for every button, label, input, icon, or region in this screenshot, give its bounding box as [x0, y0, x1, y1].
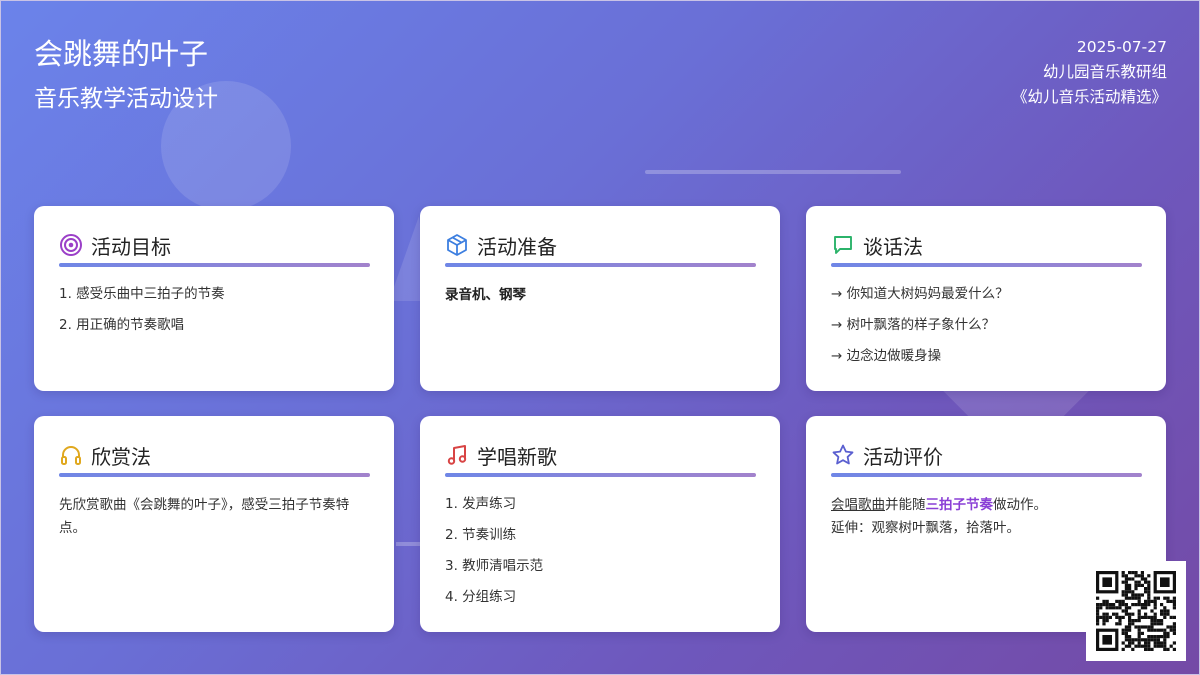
- prep-materials: 录音机、钢琴: [445, 287, 526, 303]
- decorative-bar: [396, 542, 420, 546]
- header-meta: 2025-07-27 幼儿园音乐教研组 《幼儿音乐活动精选》: [1012, 35, 1167, 110]
- page-subtitle: 音乐教学活动设计: [34, 86, 218, 112]
- list-item: 2. 节奏训练: [445, 527, 517, 543]
- slide: 会跳舞的叶子 音乐教学活动设计 2025-07-27 幼儿园音乐教研组 《幼儿音…: [0, 0, 1200, 675]
- card-title: 学唱新歌: [477, 444, 557, 469]
- page-title: 会跳舞的叶子: [34, 37, 209, 71]
- music-note-icon: [447, 445, 467, 465]
- box-icon: [447, 234, 467, 256]
- card-divider: [59, 263, 370, 267]
- eval-text: 会唱歌曲并能随三拍子节奏做动作。 延伸：观察树叶飘落，拾落叶。: [831, 494, 1142, 540]
- appreciate-text: 先欣赏歌曲《会跳舞的叶子》，感受三拍子节奏特点。: [59, 497, 350, 536]
- eval-highlight: 三拍子节奏: [925, 497, 994, 513]
- eval-extension: 延伸：观察树叶飘落，拾落叶。: [831, 520, 1020, 536]
- list-item: 2. 用正确的节奏歌唱: [59, 317, 185, 333]
- card-goals: 活动目标 1. 感受乐曲中三拍子的节奏 2. 用正确的节奏歌唱: [34, 206, 394, 391]
- date-text: 2025-07-27: [1076, 38, 1167, 56]
- list-item: 1. 感受乐曲中三拍子的节奏: [59, 286, 225, 302]
- card-title: 欣赏法: [91, 444, 151, 469]
- card-divider: [445, 263, 756, 267]
- qr-code: [1086, 561, 1186, 661]
- card-talk: 谈话法 → 你知道大树妈妈最爱什么？ → 树叶飘落的样子象什么？ → 边念边做暖…: [806, 206, 1166, 391]
- decorative-line: [645, 170, 901, 174]
- list-item: → 树叶飘落的样子象什么？: [831, 317, 996, 333]
- card-divider: [831, 473, 1142, 477]
- card-divider: [831, 263, 1142, 267]
- list-item: → 你知道大树妈妈最爱什么？: [831, 286, 1009, 302]
- list-item: 1. 发声练习: [445, 496, 517, 512]
- card-prep: 活动准备 录音机、钢琴: [420, 206, 780, 391]
- eval-text-part: 做动作。: [993, 497, 1047, 513]
- card-title: 活动准备: [477, 234, 557, 259]
- author-text: 幼儿园音乐教研组: [1042, 63, 1167, 81]
- star-icon: [832, 444, 854, 465]
- target-icon: [60, 234, 82, 256]
- source-text: 《幼儿音乐活动精选》: [1011, 88, 1167, 106]
- list-item: 3. 教师清唱示范: [445, 558, 544, 574]
- card-divider: [59, 473, 370, 477]
- eval-underlined: 会唱歌曲: [831, 497, 885, 513]
- card-sing: 学唱新歌 1. 发声练习 2. 节奏训练 3. 教师清唱示范 4. 分组练习: [420, 416, 780, 632]
- card-title: 活动评价: [863, 444, 943, 469]
- headphones-icon: [61, 446, 81, 465]
- list-item: → 边念边做暖身操: [831, 348, 942, 364]
- chat-icon: [834, 236, 852, 254]
- card-title: 谈话法: [863, 234, 923, 259]
- list-item: 4. 分组练习: [445, 589, 517, 605]
- card-divider: [445, 473, 756, 477]
- card-title: 活动目标: [91, 234, 171, 259]
- card-appreciate: 欣赏法 先欣赏歌曲《会跳舞的叶子》，感受三拍子节奏特点。: [34, 416, 394, 632]
- eval-text-part: 并能随: [885, 497, 926, 513]
